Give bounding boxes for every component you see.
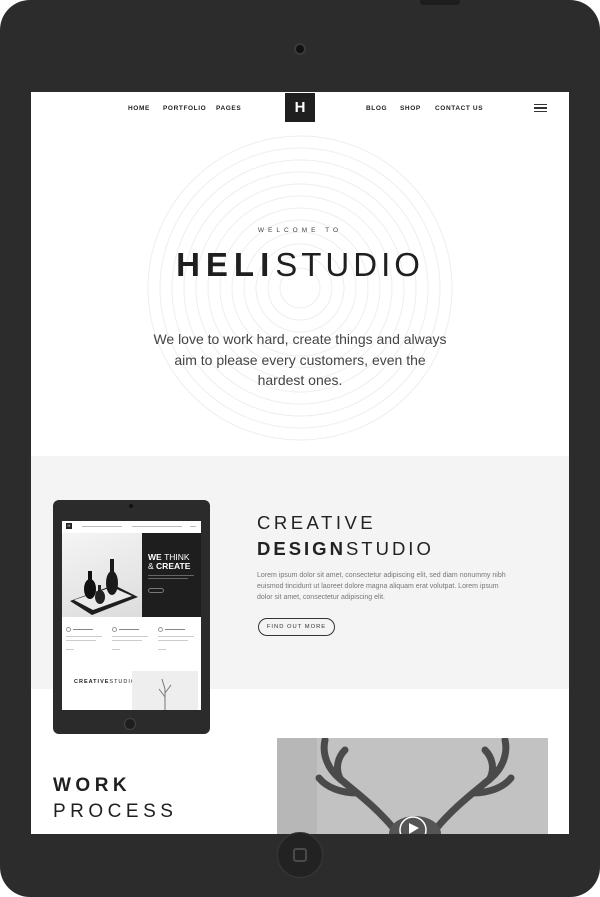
process-heading: PROCESS bbox=[53, 801, 178, 822]
creative-heading: CREATIVE bbox=[257, 512, 377, 533]
mockup-creative-studio: CREATIVESTUDIO bbox=[74, 679, 137, 685]
hero-section: WELCOME TO HELISTUDIO We love to work ha… bbox=[31, 126, 569, 456]
hero-title-light: STUDIO bbox=[275, 246, 424, 283]
design-heading-bold: DESIGN bbox=[257, 538, 346, 559]
front-camera bbox=[294, 43, 306, 55]
find-out-more-button[interactable]: FIND OUT MORE bbox=[258, 618, 335, 636]
work-heading: WORK bbox=[53, 775, 132, 796]
mockup-headline: WE THINK & CREATE bbox=[148, 552, 191, 571]
nav-item-contact[interactable]: CONTACT US bbox=[435, 105, 483, 112]
mockup-nav: H bbox=[62, 521, 201, 531]
device-power-button bbox=[420, 0, 460, 5]
hero-title-bold: HELI bbox=[176, 246, 276, 283]
nav-item-home[interactable]: HOME bbox=[128, 105, 150, 112]
device-screen: HOME PORTFOLIO PAGES H BLOG SHOP CONTACT… bbox=[31, 92, 569, 834]
hero-subtitle: We love to work hard, create things and … bbox=[153, 331, 447, 388]
mockup-button bbox=[148, 588, 164, 593]
tablet-device-frame: HOME PORTFOLIO PAGES H BLOG SHOP CONTACT… bbox=[0, 0, 600, 897]
creative-body-text: Lorem ipsum dolor sit amet, consectetur … bbox=[257, 572, 506, 601]
mockup-home-button bbox=[124, 718, 136, 730]
tablet-mockup-image: H WE THINK & CREATE CREATIVESTUDIO bbox=[53, 500, 210, 734]
site-logo[interactable]: H bbox=[285, 93, 315, 122]
antler-illustration bbox=[277, 738, 548, 834]
nav-item-pages[interactable]: PAGES bbox=[216, 105, 241, 112]
concentric-rings-decoration bbox=[147, 135, 453, 441]
mockup-screen: H WE THINK & CREATE CREATIVESTUDIO bbox=[62, 521, 201, 710]
antler-photo bbox=[277, 738, 548, 834]
mockup-vases-image bbox=[62, 533, 142, 617]
nav-item-blog[interactable]: BLOG bbox=[366, 105, 387, 112]
main-nav: HOME PORTFOLIO PAGES H BLOG SHOP CONTACT… bbox=[31, 92, 569, 126]
nav-item-shop[interactable]: SHOP bbox=[400, 105, 421, 112]
vases-illustration bbox=[70, 559, 138, 615]
welcome-text: WELCOME TO bbox=[257, 227, 343, 234]
mockup-branch-image bbox=[132, 671, 198, 710]
nav-item-portfolio[interactable]: PORTFOLIO bbox=[163, 105, 206, 112]
hero-title: HELISTUDIO bbox=[31, 246, 569, 284]
mockup-features bbox=[62, 621, 201, 661]
mockup-logo: H bbox=[66, 523, 72, 529]
hamburger-menu-icon[interactable] bbox=[534, 104, 547, 112]
home-button[interactable] bbox=[277, 832, 323, 878]
mockup-camera bbox=[129, 504, 133, 508]
mockup-dark-panel: WE THINK & CREATE bbox=[142, 533, 201, 617]
design-studio-heading: DESIGNSTUDIO bbox=[257, 538, 434, 560]
design-heading-light: STUDIO bbox=[345, 538, 434, 559]
